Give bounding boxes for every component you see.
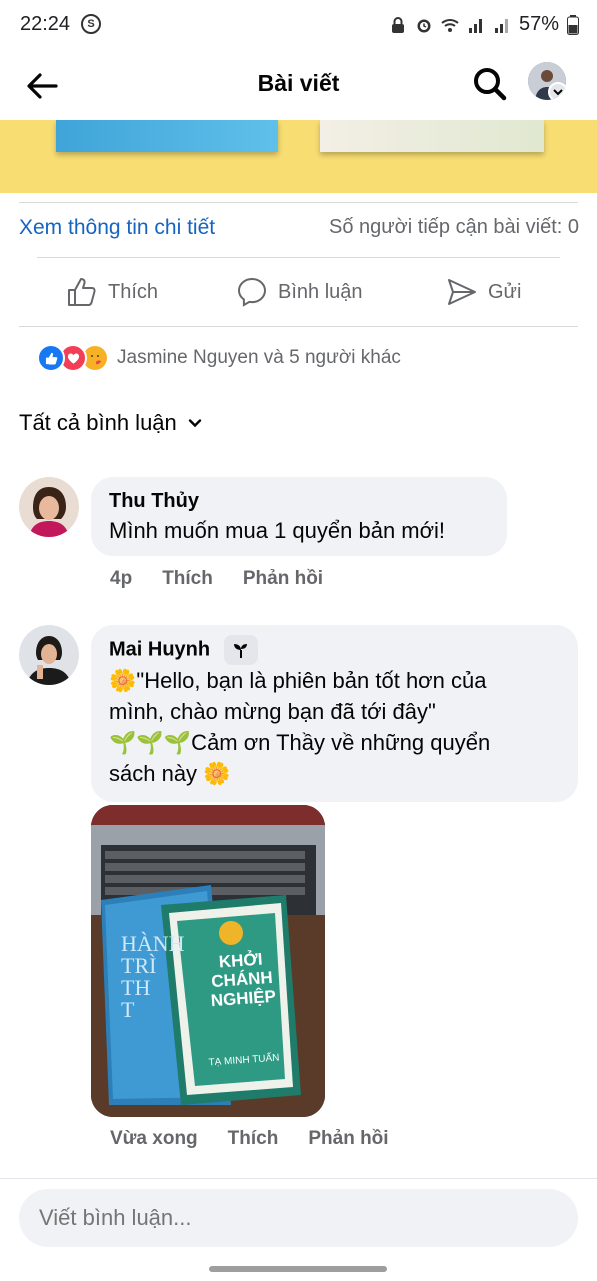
reach-count: Số người tiếp cận bài viết: 0 <box>329 216 579 238</box>
book-cover-text: KHỞI CHÁNH NGHIỆP <box>195 948 289 1011</box>
comment-text: Mình muốn mua 1 quyển bản mới! <box>109 518 446 543</box>
comment-bubble[interactable]: Thu Thủy Mình muốn mua 1 quyển bản mới! <box>91 477 507 556</box>
alarm-icon <box>417 19 431 32</box>
status-bar: 22:24 S 57% <box>0 0 597 52</box>
post-info-row: Xem thông tin chi tiết Số người tiếp cận… <box>19 216 579 246</box>
book-title-line: T <box>121 997 135 1022</box>
post-image[interactable] <box>0 120 597 193</box>
comment-like-button[interactable]: Thích <box>162 568 213 590</box>
divider <box>37 257 560 258</box>
chevron-down-icon <box>548 82 566 100</box>
send-label: Gửi <box>488 280 522 303</box>
book-image-right <box>320 120 544 152</box>
search-icon[interactable] <box>470 64 510 104</box>
comment-text-line: 🌼"Hello, bạn là phiên bản tốt hơn của <box>109 668 487 693</box>
comment-reply-button[interactable]: Phản hồi <box>243 568 323 590</box>
app-bar: Bài viết <box>0 52 597 120</box>
profile-avatar[interactable] <box>528 62 566 100</box>
reactions-summary[interactable]: Jasmine Nguyen và 5 người khác <box>37 344 401 372</box>
signal-icon <box>494 18 508 33</box>
view-details-link[interactable]: Xem thông tin chi tiết <box>19 216 215 240</box>
comment-bubble[interactable]: Mai Huynh 🌼"Hello, bạn là phiên bản tốt … <box>91 625 578 802</box>
like-button[interactable]: Thích <box>66 276 158 308</box>
signal-icon <box>468 18 482 33</box>
commenter-name[interactable]: Mai Huynh <box>109 638 210 660</box>
comment-input[interactable] <box>19 1189 559 1247</box>
comment-icon <box>237 277 267 307</box>
comments-filter-label: Tất cả bình luận <box>19 410 177 435</box>
reactions-text: Jasmine Nguyen và 5 người khác <box>117 347 401 368</box>
sprout-icon[interactable] <box>223 635 258 665</box>
send-button[interactable]: Gửi <box>446 276 521 308</box>
book-cover-text: HÀNH TRÌ TH T <box>121 933 185 1021</box>
chevron-down-icon <box>188 419 201 428</box>
comment-meta: 4p Thích Phản hồi <box>110 568 323 590</box>
commenter-name[interactable]: Thu Thủy <box>109 487 489 515</box>
comment-label: Bình luận <box>278 280 363 303</box>
book-title-line: TRÌ <box>121 953 157 978</box>
battery-icon <box>567 14 579 35</box>
status-icons: 57% <box>389 13 579 36</box>
home-indicator[interactable] <box>209 1266 387 1272</box>
comment-time[interactable]: Vừa xong <box>110 1128 198 1150</box>
comment-text-line: sách này 🌼 <box>109 761 231 786</box>
post-actions: Thích Bình luận Gửi <box>0 268 597 318</box>
battery-percent: 57% <box>518 13 559 35</box>
comment-reply-button[interactable]: Phản hồi <box>308 1128 388 1150</box>
divider <box>19 202 578 203</box>
comment-button[interactable]: Bình luận <box>236 276 363 308</box>
wifi-icon <box>441 18 459 32</box>
comments-filter[interactable]: Tất cả bình luận <box>19 410 203 436</box>
book-title-line: TH <box>121 975 151 1000</box>
comment-meta: Vừa xong Thích Phản hồi <box>110 1128 389 1150</box>
comment-time[interactable]: 4p <box>110 568 132 590</box>
avatar-image <box>19 625 79 685</box>
comment-text-line: 🌱🌱🌱Cảm ơn Thầy về những quyển <box>109 730 491 755</box>
book-image-left <box>56 120 278 152</box>
commenter-avatar[interactable] <box>19 625 79 685</box>
avatar-image <box>19 477 79 537</box>
divider <box>19 326 578 327</box>
s-app-icon: S <box>81 14 101 34</box>
send-icon <box>448 279 476 305</box>
lock-icon <box>391 16 404 33</box>
like-label: Thích <box>108 280 159 303</box>
status-time: 22:24 <box>20 13 71 35</box>
commenter-name-row: Mai Huynh <box>109 635 560 665</box>
comment-composer-bar <box>0 1178 597 1281</box>
thumbs-up-icon <box>68 278 96 306</box>
comment-like-button[interactable]: Thích <box>228 1128 279 1150</box>
commenter-avatar[interactable] <box>19 477 79 537</box>
comment-composer[interactable] <box>19 1189 578 1247</box>
book-title-line: HÀNH <box>121 931 185 956</box>
comment-text-line: mình, chào mừng bạn đã tới đây" <box>109 699 436 724</box>
comment-photo[interactable]: HÀNH TRÌ TH T KHỞI CHÁNH NGHIỆP TẠ MINH … <box>91 805 325 1117</box>
like-icon <box>37 344 65 372</box>
